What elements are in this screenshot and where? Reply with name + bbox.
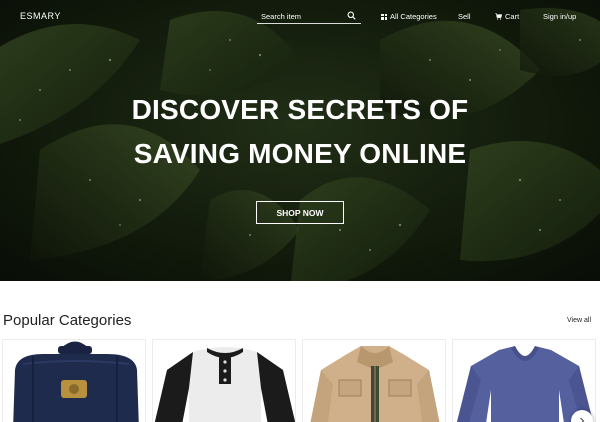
search-bar[interactable] [257, 9, 361, 24]
cart-icon [495, 13, 502, 20]
hero-banner: ESMARY All Categories Sell Cart Sign in/… [0, 0, 600, 281]
category-cards [0, 339, 600, 422]
nav-sign-in-up[interactable]: Sign in/up [543, 12, 576, 21]
category-card-backpack[interactable] [2, 339, 146, 422]
search-input[interactable] [261, 10, 345, 22]
popular-categories-title: Popular Categories [3, 312, 132, 329]
hero-title-line2: SAVING MONEY ONLINE [133, 138, 467, 169]
shirt-image [154, 347, 295, 422]
grid-icon [381, 13, 387, 20]
hero-title: DISCOVER SECRETS OF SAVING MONEY ONLINE [0, 88, 600, 176]
top-navbar: ESMARY All Categories Sell Cart Sign in/… [0, 0, 600, 34]
nav-all-categories-label: All Categories [390, 12, 437, 21]
sweater-image [457, 346, 593, 422]
view-all-link[interactable]: View all [567, 317, 591, 324]
nav-sell[interactable]: Sell [458, 12, 471, 21]
chevron-right-icon [580, 417, 585, 422]
brand-logo[interactable]: ESMARY [20, 11, 61, 21]
search-icon[interactable] [347, 11, 356, 20]
category-card-sweater[interactable] [452, 339, 596, 422]
nav-cart[interactable]: Cart [495, 12, 519, 21]
nav-sign-in-up-label: Sign in/up [543, 12, 577, 21]
shop-now-button[interactable]: SHOP NOW [256, 201, 344, 224]
nav-cart-label: Cart [505, 12, 520, 21]
hero-title-line1: DISCOVER SECRETS OF [131, 94, 469, 125]
jacket-image [310, 346, 440, 422]
nav-sell-label: Sell [458, 12, 471, 21]
backpack-image [13, 341, 139, 422]
category-card-shirt[interactable] [152, 339, 296, 422]
nav-all-categories[interactable]: All Categories [381, 12, 437, 21]
category-card-jacket[interactable] [302, 339, 446, 422]
